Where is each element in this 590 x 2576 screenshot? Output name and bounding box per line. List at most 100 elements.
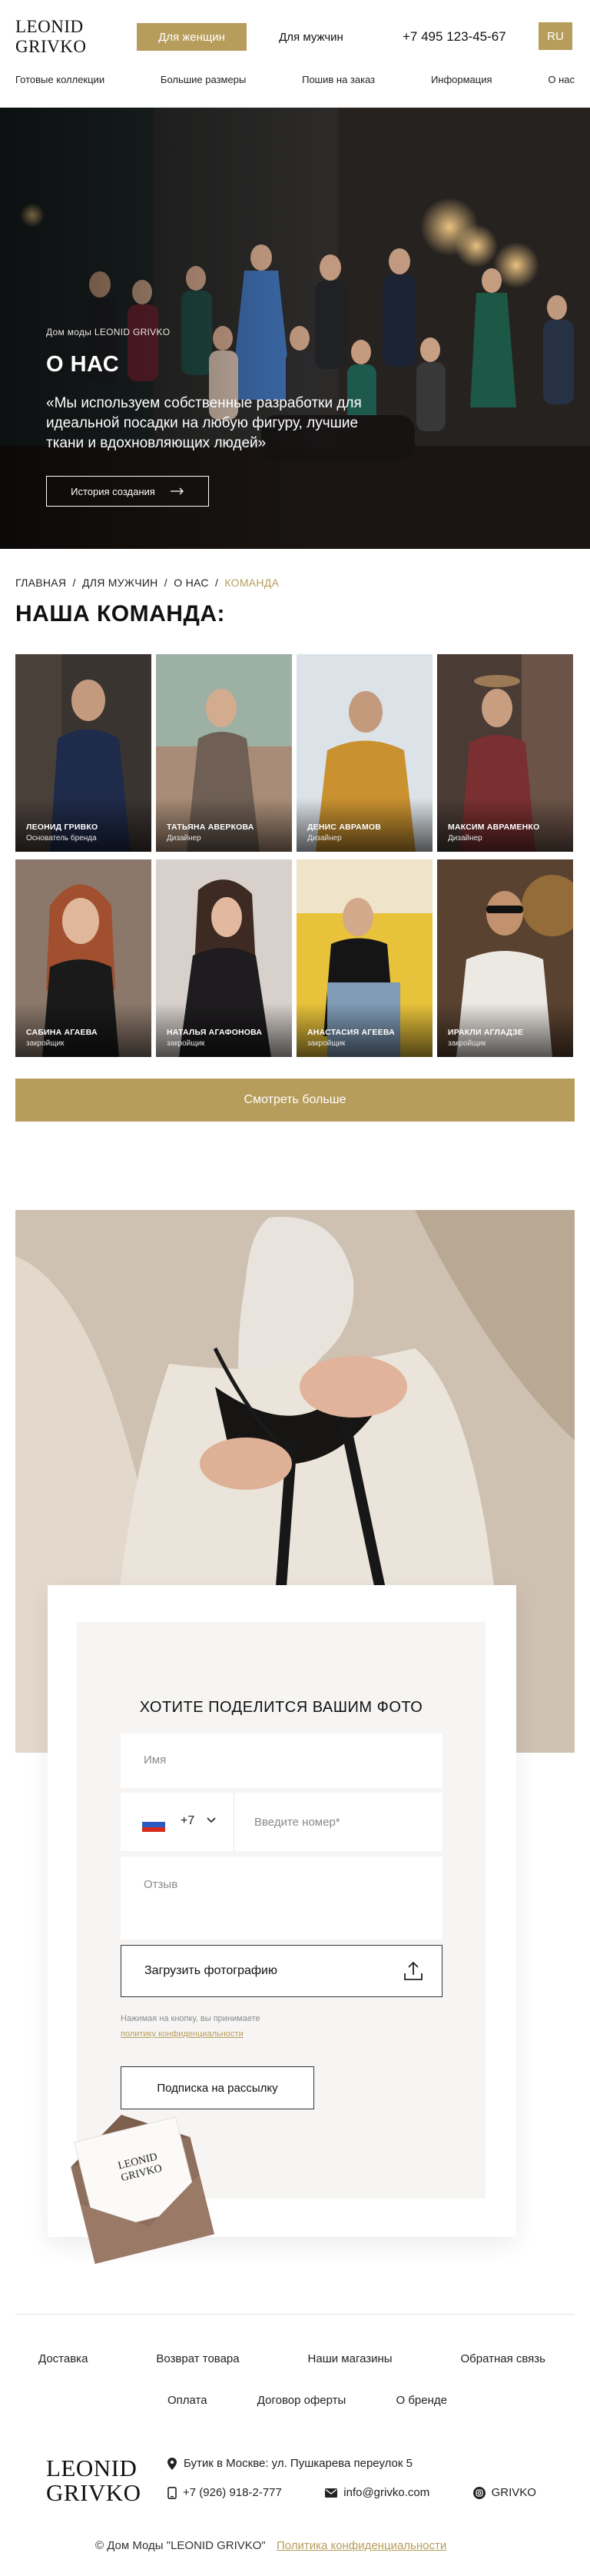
team-card[interactable]: ДЕНИС АВРАМОВ Дизайнер (297, 654, 433, 852)
men-button[interactable]: Для мужчин (269, 23, 353, 51)
chevron-down-icon[interactable] (207, 1817, 216, 1823)
footer-email[interactable]: info@grivko.com (325, 2486, 429, 2499)
footer-link-returns[interactable]: Возврат товара (156, 2352, 239, 2365)
top-nav: Готовые коллекции Большие размеры Пошив … (15, 74, 575, 85)
copyright-text: © Дом Моды "LEONID GRIVKO" (95, 2539, 266, 2552)
member-role: Дизайнер (167, 834, 201, 843)
member-role: Дизайнер (448, 834, 482, 843)
instagram-icon (472, 2486, 486, 2499)
nav-item-information[interactable]: Информация (431, 74, 492, 85)
site-header: LEONID GRIVKO Для женщин Для мужчин +7 4… (0, 0, 590, 108)
footer-privacy-link[interactable]: Политика конфиденциальности (277, 2539, 446, 2552)
breadcrumb-separator: / (164, 577, 167, 589)
upload-label: Загрузить фотографию (144, 1964, 277, 1977)
phone-placeholder: Введите номер* (254, 1816, 340, 1829)
nav-item-custom-tailoring[interactable]: Пошив на заказ (302, 74, 375, 85)
member-role: закройщик (26, 1039, 65, 1048)
footer-logo[interactable]: LEONID GRIVKO (46, 2456, 141, 2505)
team-card[interactable]: ИРАКЛИ АГЛАДЗЕ закройщик (437, 859, 573, 1057)
phone-icon (167, 2486, 177, 2499)
arrow-right-icon (170, 487, 184, 495)
breadcrumb: ГЛАВНАЯ / ДЛЯ МУЖЧИН / О НАС / КОМАНДА (15, 577, 279, 589)
footer-copyright-row: © Дом Моды "LEONID GRIVKO" Политика конф… (95, 2539, 446, 2552)
nav-item-ready-collections[interactable]: Готовые коллекции (15, 74, 104, 85)
member-role: Дизайнер (307, 834, 342, 843)
member-role: закройщик (167, 1039, 205, 1048)
russia-flag-icon[interactable] (142, 1816, 165, 1832)
footer-divider (15, 2314, 575, 2315)
breadcrumb-home[interactable]: ГЛАВНАЯ (15, 577, 66, 589)
mail-icon (325, 2488, 338, 2498)
women-button[interactable]: Для женщин (137, 23, 247, 51)
header-phone[interactable]: +7 495 123-45-67 (403, 29, 506, 45)
form-title: ХОТИТЕ ПОДЕЛИТСЯ ВАШИМ ФОТО (139, 1699, 423, 1716)
history-button[interactable]: История создания (46, 476, 209, 507)
name-field[interactable]: Имя (121, 1733, 442, 1788)
team-grid: ЛЕОНИД ГРИВКО Основатель бренда ТАТЬЯНА … (15, 654, 575, 1060)
footer-email-text: info@grivko.com (343, 2486, 430, 2499)
name-placeholder: Имя (144, 1753, 167, 1767)
logo-line-1: LEONID (15, 17, 84, 36)
team-card[interactable]: НАТАЛЬЯ АГАФОНОВА закройщик (156, 859, 292, 1057)
member-name: НАТАЛЬЯ АГАФОНОВА (167, 1028, 263, 1037)
hero-quote: «Мы используем собственные разработки дл… (46, 395, 362, 451)
team-card[interactable]: ЛЕОНИД ГРИВКО Основатель бренда (15, 654, 151, 852)
footer-nav-row-1: Доставка Возврат товара Наши магазины Об… (38, 2352, 545, 2365)
phone-country-code[interactable]: +7 (181, 1814, 194, 1828)
footer-logo-line-1: LEONID (46, 2455, 138, 2481)
member-name: АНАСТАСИЯ АГЕЕВА (307, 1028, 395, 1037)
page: LEONID GRIVKO Для женщин Для мужчин +7 4… (0, 0, 590, 2576)
breadcrumb-current: КОМАНДА (224, 577, 280, 589)
team-card[interactable]: ТАТЬЯНА АВЕРКОВА Дизайнер (156, 654, 292, 852)
nav-item-about[interactable]: О нас (548, 74, 575, 85)
phone-field[interactable]: +7 Введите номер* (121, 1793, 442, 1851)
envelope-illustration: LEONID GRIVKO (71, 2114, 214, 2264)
footer-phone[interactable]: +7 (926) 918-2-777 (167, 2486, 282, 2499)
member-role: закройщик (448, 1039, 486, 1048)
member-name: ИРАКЛИ АГЛАДЗЕ (448, 1028, 524, 1037)
team-title: НАША КОМАНДА: (15, 601, 225, 627)
footer-link-payment[interactable]: Оплата (167, 2394, 207, 2407)
hero-subtitle: Дом моды LEONID GRIVKO (46, 327, 171, 337)
subscribe-button[interactable]: Подписка на рассылку (121, 2066, 314, 2109)
member-role: закройщик (307, 1039, 346, 1048)
member-name: ДЕНИС АВРАМОВ (307, 823, 382, 832)
team-card[interactable]: МАКСИМ АВРАМЕНКО Дизайнер (437, 654, 573, 852)
see-more-button[interactable]: Смотреть больше (15, 1079, 575, 1122)
address-text: Бутик в Москве: ул. Пушкарева переулок 5 (184, 2457, 413, 2470)
footer-contacts: +7 (926) 918-2-777 info@grivko.com GRIVK… (167, 2486, 536, 2499)
footer-link-delivery[interactable]: Доставка (38, 2352, 88, 2365)
breadcrumb-separator: / (214, 577, 219, 589)
upload-icon (404, 1961, 423, 1980)
logo-line-2: GRIVKO (15, 37, 87, 56)
team-card[interactable]: АНАСТАСИЯ АГЕЕВА закройщик (297, 859, 433, 1057)
location-pin-icon (167, 2457, 177, 2470)
upload-photo-button[interactable]: Загрузить фотографию (121, 1945, 442, 1997)
privacy-policy-link[interactable]: политику конфиденциальности (121, 2029, 244, 2039)
history-button-label: История создания (71, 485, 155, 497)
review-field[interactable]: Отзыв (121, 1856, 442, 1939)
review-placeholder: Отзыв (144, 1878, 178, 1891)
footer-link-brand[interactable]: О бренде (396, 2394, 447, 2407)
footer-link-stores[interactable]: Наши магазины (308, 2352, 393, 2365)
footer-social-text: GRIVKO (491, 2486, 536, 2499)
member-name: САБИНА АГАЕВА (26, 1028, 98, 1037)
footer-social[interactable]: GRIVKO (472, 2486, 536, 2499)
breadcrumb-about[interactable]: О НАС (174, 577, 209, 589)
consent-text: Нажимая на кнопку, вы принимаете (121, 2014, 260, 2023)
member-name: МАКСИМ АВРАМЕНКО (448, 823, 540, 832)
member-name: ТАТЬЯНА АВЕРКОВА (167, 823, 254, 832)
footer-nav-row-2: Оплата Договор оферты О бренде (167, 2394, 447, 2407)
member-name: ЛЕОНИД ГРИВКО (26, 823, 98, 832)
breadcrumb-men[interactable]: ДЛЯ МУЖЧИН (82, 577, 158, 589)
hero-title: О НАС (46, 352, 120, 377)
footer-phone-text: +7 (926) 918-2-777 (183, 2486, 282, 2499)
footer-link-offer[interactable]: Договор оферты (257, 2394, 346, 2407)
site-logo[interactable]: LEONID GRIVKO (15, 17, 86, 57)
language-button[interactable]: RU (539, 22, 572, 50)
nav-item-big-sizes[interactable]: Большие размеры (161, 74, 246, 85)
team-card[interactable]: САБИНА АГАЕВА закройщик (15, 859, 151, 1057)
breadcrumb-separator: / (72, 577, 76, 589)
footer-logo-line-2: GRIVKO (46, 2479, 141, 2506)
footer-link-feedback[interactable]: Обратная связь (460, 2352, 545, 2365)
